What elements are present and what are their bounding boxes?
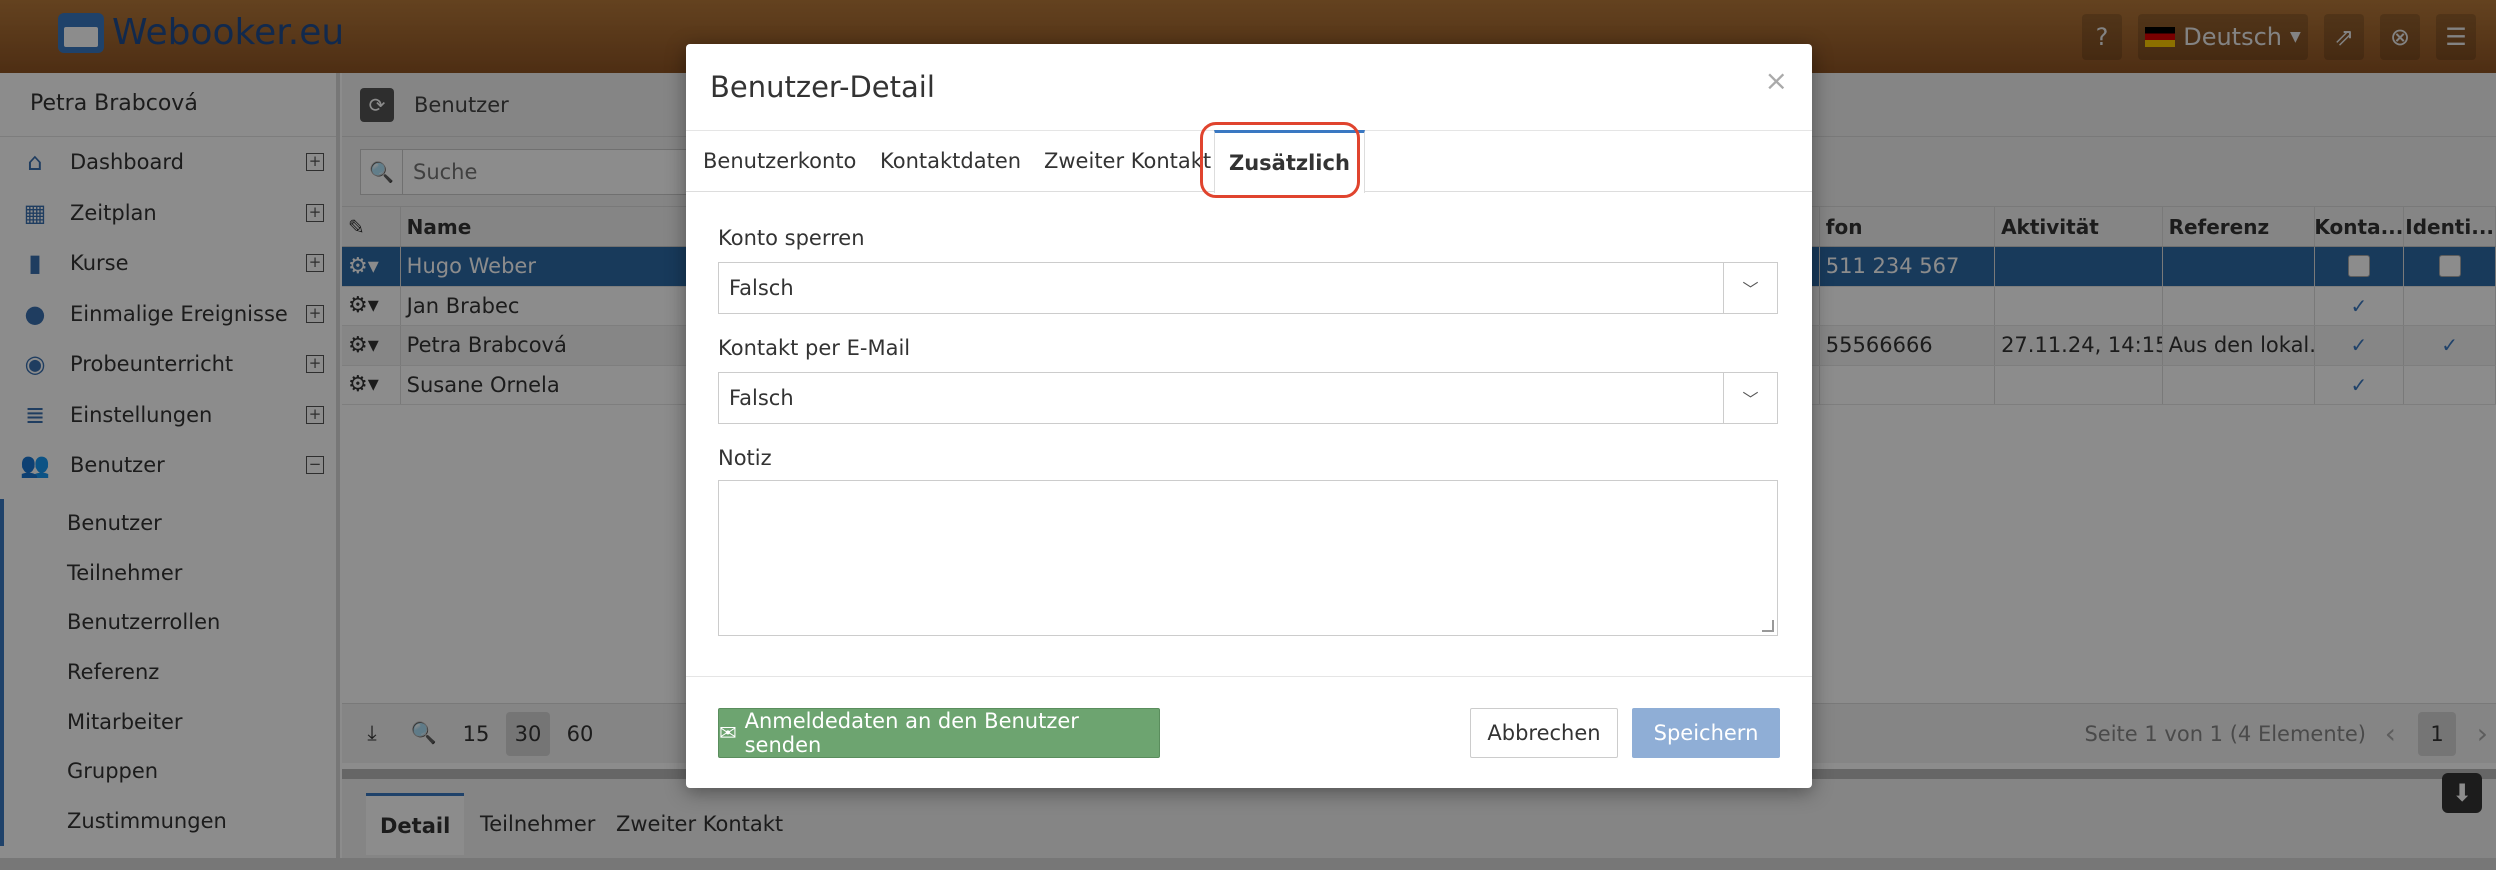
user-detail-modal: Benutzer-Detail × Benutzerkonto Kontaktd… (686, 44, 1812, 788)
tab-zweiter-kontakt[interactable]: Zweiter Kontakt (1044, 130, 1211, 192)
save-button[interactable]: Speichern (1632, 708, 1780, 758)
note-textarea[interactable] (718, 480, 1778, 636)
chevron-down-icon[interactable]: ﹀ (1723, 373, 1777, 423)
close-icon[interactable]: × (1765, 64, 1788, 97)
email-contact-select[interactable]: Falsch ﹀ (718, 372, 1778, 424)
send-credentials-label: Anmeldedaten an den Benutzer senden (744, 709, 1079, 757)
lock-account-select[interactable]: Falsch ﹀ (718, 262, 1778, 314)
modal-title: Benutzer-Detail (710, 70, 935, 104)
lock-account-value: Falsch (729, 276, 794, 300)
divider (686, 676, 1812, 677)
lock-account-label: Konto sperren (718, 226, 865, 250)
note-label: Notiz (718, 446, 772, 470)
chevron-down-icon[interactable]: ﹀ (1723, 263, 1777, 313)
envelope-icon: ✉ (719, 721, 737, 745)
cancel-button[interactable]: Abbrechen (1470, 708, 1618, 758)
send-credentials-button[interactable]: ✉ Anmeldedaten an den Benutzer senden (718, 708, 1160, 758)
tab-kontaktdaten[interactable]: Kontaktdaten (880, 130, 1021, 192)
tab-benutzerkonto[interactable]: Benutzerkonto (703, 130, 856, 192)
email-contact-label: Kontakt per E-Mail (718, 336, 911, 360)
email-contact-value: Falsch (729, 386, 794, 410)
highlight-ring (1200, 122, 1360, 198)
